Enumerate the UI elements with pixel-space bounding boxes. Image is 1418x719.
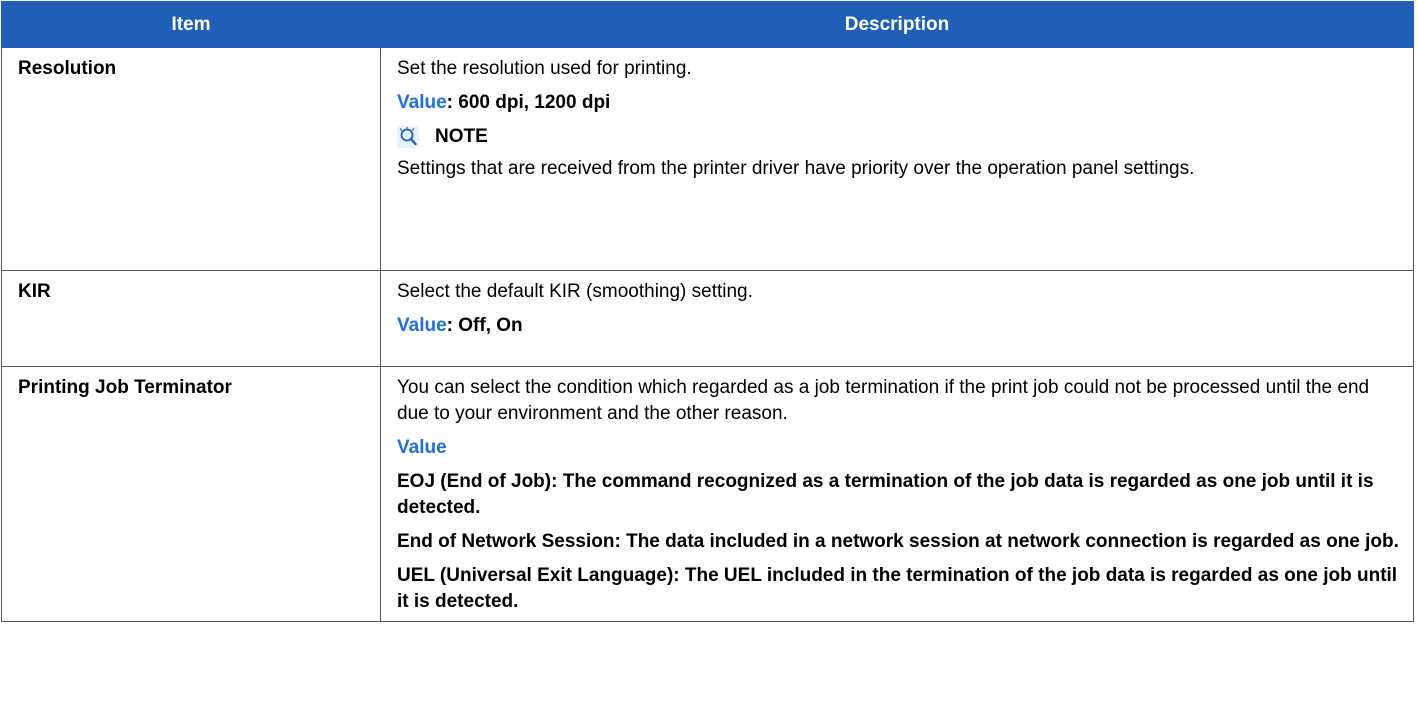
value-label: Value <box>397 437 447 458</box>
description-text: Set the resolution used for printing. <box>397 58 692 79</box>
description-text: Select the default KIR (smoothing) setti… <box>397 281 753 302</box>
value-options: : Off, On <box>446 315 523 336</box>
table-header-row: Item Description <box>1 1 1414 48</box>
value-option-eoj: EOJ (End of Job): The command recognized… <box>397 471 1374 518</box>
note-heading: NOTE <box>397 124 1401 150</box>
item-description: You can select the condition which regar… <box>380 366 1414 622</box>
item-description: Select the default KIR (smoothing) setti… <box>380 270 1414 367</box>
table-row-resolution: Resolution Set the resolution used for p… <box>1 47 1414 271</box>
note-icon <box>397 126 419 148</box>
value-line: Value: Off, On <box>397 313 1401 339</box>
value-label: Value <box>397 92 447 113</box>
value-label: Value <box>397 315 447 336</box>
item-name: KIR <box>1 270 381 367</box>
table-row-kir: KIR Select the default KIR (smoothing) s… <box>1 270 1414 367</box>
description-text: You can select the condition which regar… <box>397 377 1370 424</box>
column-header-item: Item <box>1 1 381 48</box>
note-title: NOTE <box>435 126 488 147</box>
item-name: Printing Job Terminator <box>1 366 381 622</box>
column-header-description: Description <box>380 1 1414 48</box>
table-row-printing-job-terminator: Printing Job Terminator You can select t… <box>1 366 1414 622</box>
note-text: Settings that are received from the prin… <box>397 158 1195 179</box>
item-name: Resolution <box>1 47 381 271</box>
value-options: : 600 dpi, 1200 dpi <box>446 92 611 113</box>
settings-table: Item Description Resolution Set the reso… <box>1 1 1414 622</box>
value-option-uel: UEL (Universal Exit Language): The UEL i… <box>397 565 1398 612</box>
value-option-network-session: End of Network Session: The data include… <box>397 531 1399 552</box>
item-description: Set the resolution used for printing. Va… <box>380 47 1414 271</box>
value-line: Value: 600 dpi, 1200 dpi <box>397 90 1401 116</box>
